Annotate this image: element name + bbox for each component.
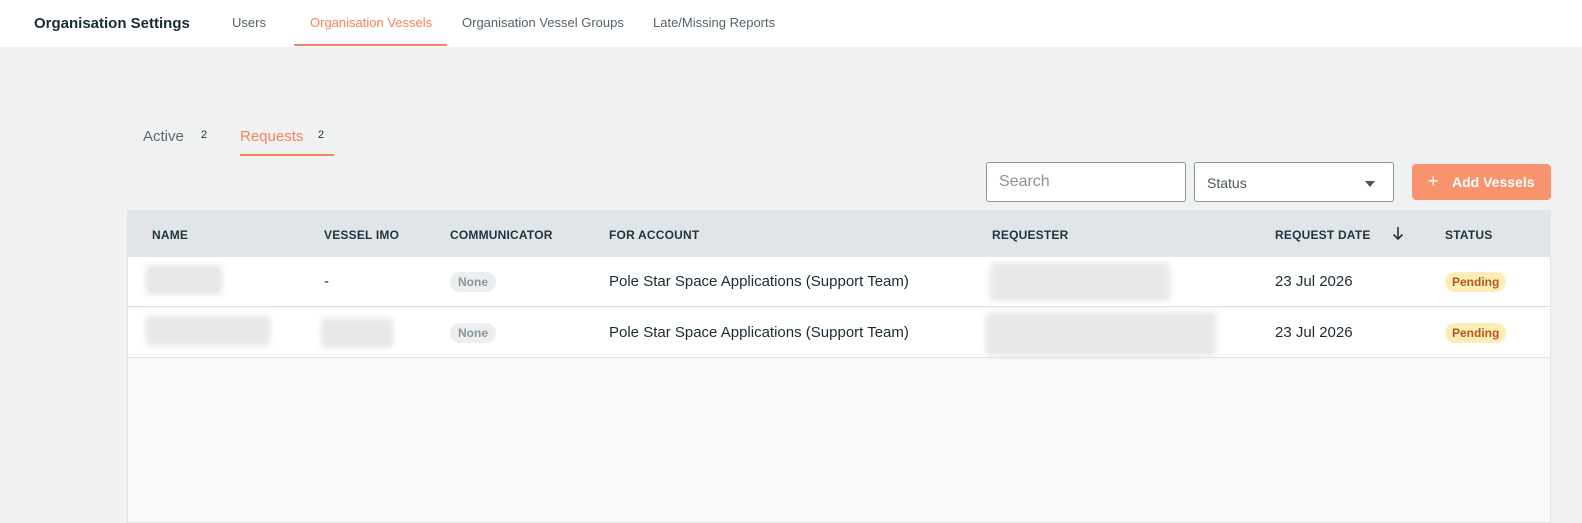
plus-icon: +: [1428, 171, 1439, 191]
redacted-vessel-name: [146, 265, 222, 295]
request-date: 23 Jul 2026: [1275, 273, 1353, 290]
table-row[interactable]: - None Pole Star Space Applications (Sup…: [128, 257, 1550, 307]
search-input[interactable]: [986, 162, 1186, 202]
column-header-request-date[interactable]: REQUEST DATE: [1275, 228, 1371, 242]
subtab-active[interactable]: Active: [143, 128, 184, 145]
status-badge: Pending: [1445, 272, 1507, 292]
table-header: NAME VESSEL IMO COMMUNICATOR FOR ACCOUNT…: [128, 211, 1550, 257]
subtab-active-count: 2: [201, 129, 208, 141]
for-account: Pole Star Space Applications (Support Te…: [609, 324, 909, 341]
top-navigation-bar: Organisation Settings Users Organisation…: [0, 0, 1582, 47]
tab-users[interactable]: Users: [232, 15, 266, 30]
communicator-chip: None: [450, 323, 496, 343]
subtab-requests-count: 2: [318, 129, 325, 141]
communicator-chip: None: [450, 272, 496, 292]
add-vessels-button[interactable]: + Add Vessels: [1412, 164, 1551, 200]
column-header-name[interactable]: NAME: [152, 228, 188, 242]
redacted-vessel-imo: [321, 318, 393, 348]
column-header-status[interactable]: STATUS: [1445, 228, 1492, 242]
request-date: 23 Jul 2026: [1275, 324, 1353, 341]
tab-organisation-vessels[interactable]: Organisation Vessels: [310, 15, 432, 30]
vessel-imo: -: [324, 273, 329, 290]
table-row[interactable]: None Pole Star Space Applications (Suppo…: [128, 308, 1550, 358]
subtab-requests[interactable]: Requests: [240, 128, 303, 145]
active-tab-indicator: [294, 44, 447, 46]
redacted-vessel-name: [146, 316, 270, 346]
column-header-requester[interactable]: REQUESTER: [992, 228, 1068, 242]
arrow-down-icon[interactable]: [1390, 224, 1406, 242]
page-title: Organisation Settings: [34, 15, 190, 32]
chevron-down-icon: [1365, 181, 1375, 187]
status-filter-label: Status: [1207, 175, 1247, 191]
requests-table: NAME VESSEL IMO COMMUNICATOR FOR ACCOUNT…: [127, 210, 1551, 523]
add-vessels-label: Add Vessels: [1452, 174, 1535, 190]
for-account: Pole Star Space Applications (Support Te…: [609, 273, 909, 290]
status-filter-select[interactable]: Status: [1194, 162, 1394, 202]
active-subtab-indicator: [240, 154, 334, 156]
status-badge: Pending: [1445, 323, 1507, 343]
column-header-communicator[interactable]: COMMUNICATOR: [450, 228, 553, 242]
column-header-for-account[interactable]: FOR ACCOUNT: [609, 228, 699, 242]
column-header-vessel-imo[interactable]: VESSEL IMO: [324, 228, 399, 242]
tab-late-missing-reports[interactable]: Late/Missing Reports: [653, 15, 775, 30]
tab-organisation-vessel-groups[interactable]: Organisation Vessel Groups: [462, 15, 624, 30]
redacted-requester: [990, 263, 1170, 301]
redacted-requester: [986, 312, 1216, 356]
